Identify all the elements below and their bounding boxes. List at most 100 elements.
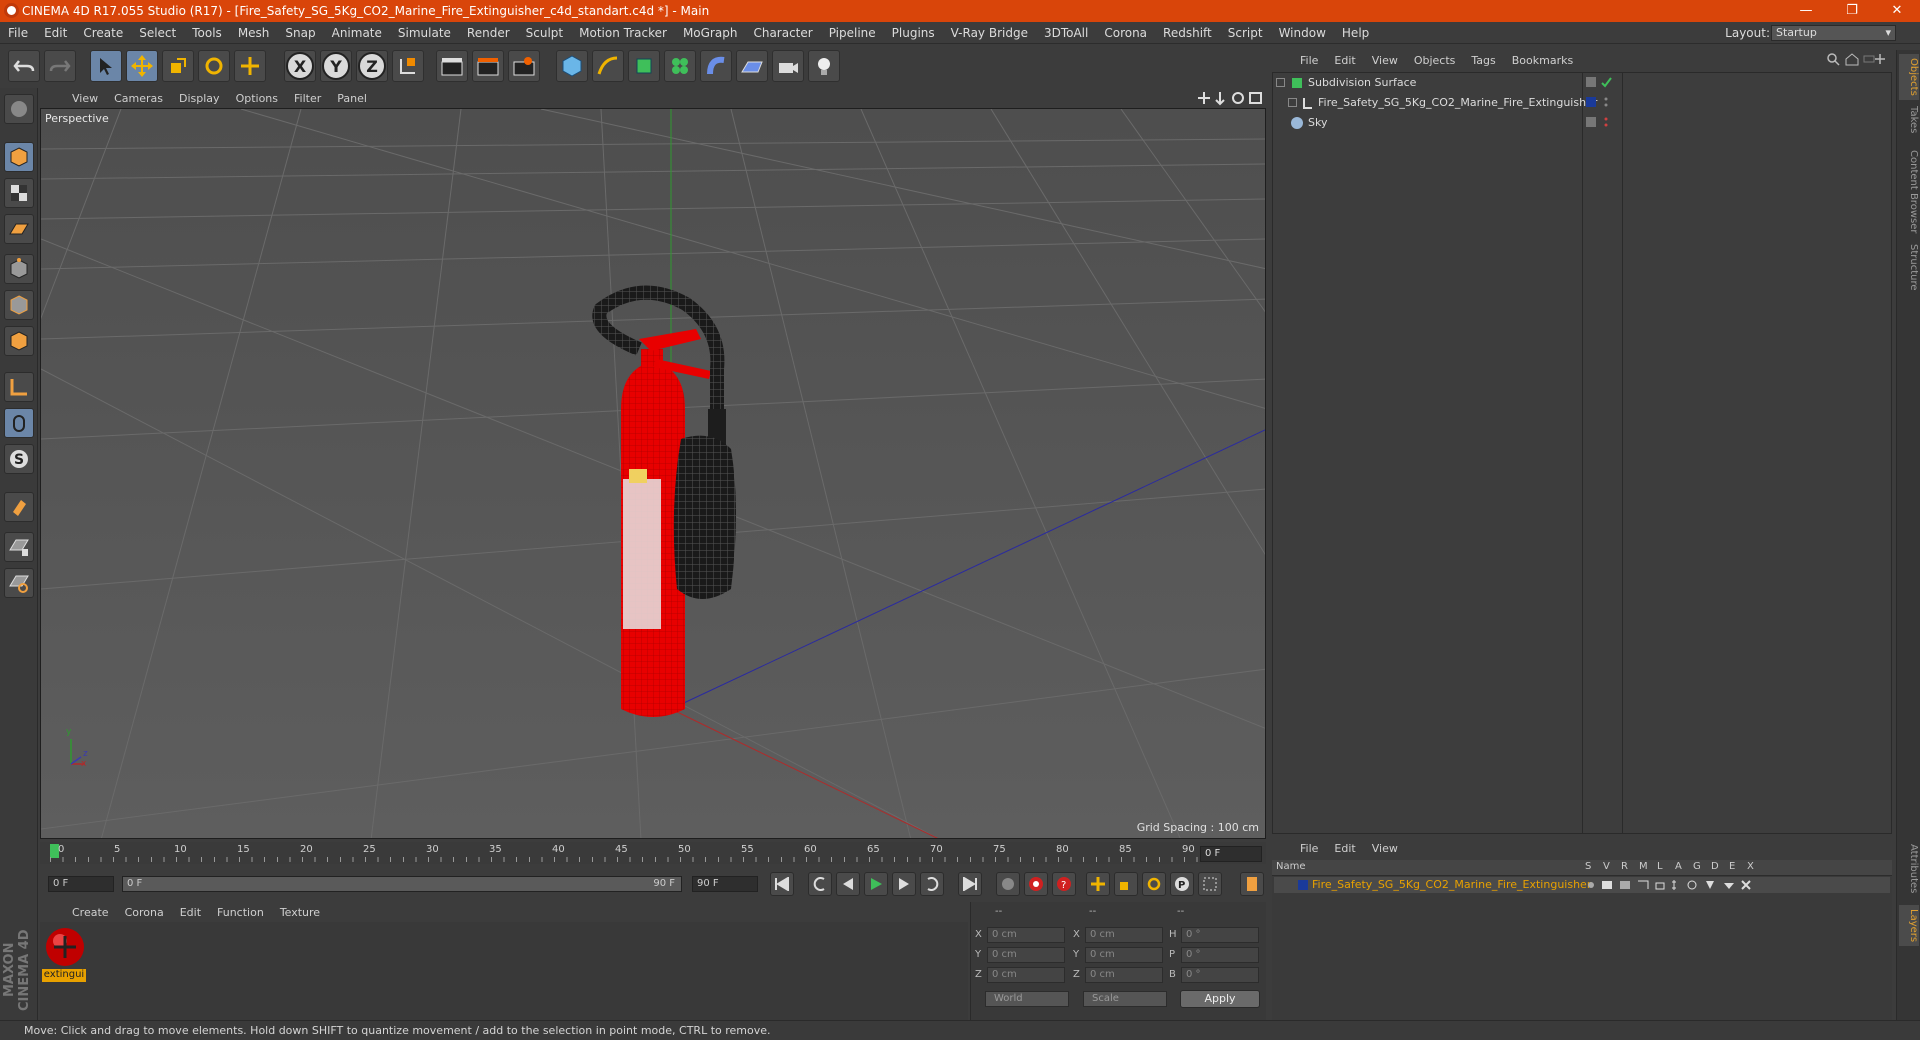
tab-layers[interactable]: Layers: [1899, 905, 1919, 947]
undo-button[interactable]: [8, 50, 40, 82]
om-menu-file[interactable]: File: [1292, 54, 1326, 67]
menu-character[interactable]: Character: [745, 26, 820, 40]
column-render[interactable]: R: [1621, 861, 1628, 872]
previous-key-button[interactable]: [808, 872, 832, 896]
points-mode-button[interactable]: [4, 254, 34, 284]
tab-takes[interactable]: Takes: [1899, 102, 1919, 137]
scale-tool[interactable]: [162, 50, 194, 82]
menu-mesh[interactable]: Mesh: [230, 26, 278, 40]
close-button[interactable]: ✕: [1874, 0, 1920, 22]
object-name[interactable]: Fire_Safety_SG_5Kg_CO2_Marine_Fire_Extin…: [1318, 94, 1597, 112]
object-layer-color-icons[interactable]: [1586, 97, 1616, 109]
apply-button[interactable]: Apply: [1180, 990, 1260, 1008]
rotation-b-field[interactable]: 0 °: [1181, 967, 1259, 983]
column-deformers[interactable]: D: [1711, 861, 1719, 872]
object-flags-icons[interactable]: [1586, 77, 1616, 89]
deformer-button[interactable]: [700, 50, 732, 82]
viewport-menu-cameras[interactable]: Cameras: [106, 92, 171, 105]
menu-redshift[interactable]: Redshift: [1155, 26, 1220, 40]
autokey-button[interactable]: ?: [1052, 872, 1076, 896]
current-frame-field[interactable]: 0 F: [1200, 846, 1262, 862]
menu-render[interactable]: Render: [459, 26, 518, 40]
coordinate-space-dropdown[interactable]: World: [985, 991, 1069, 1007]
workplane-mode-button[interactable]: [4, 214, 34, 244]
texture-mode-button[interactable]: [4, 178, 34, 208]
go-to-end-button[interactable]: [958, 872, 982, 896]
subdivision-surface-button[interactable]: [628, 50, 660, 82]
menu-help[interactable]: Help: [1334, 26, 1377, 40]
axis-mode-button[interactable]: [4, 372, 34, 402]
object-row[interactable]: Sky: [1274, 114, 1890, 132]
om-menu-edit[interactable]: Edit: [1326, 54, 1363, 67]
go-to-start-button[interactable]: [770, 872, 794, 896]
recent-tool[interactable]: [234, 50, 266, 82]
menu-mograph[interactable]: MoGraph: [675, 26, 746, 40]
material-menu-edit[interactable]: Edit: [172, 906, 209, 919]
menu-vray-bridge[interactable]: V-Ray Bridge: [943, 26, 1036, 40]
layer-name[interactable]: Fire_Safety_SG_5Kg_CO2_Marine_Fire_Extin…: [1312, 877, 1591, 893]
layer-flag-icons[interactable]: [1586, 879, 1766, 891]
live-selection-tool[interactable]: [90, 50, 122, 82]
coordinate-mode-dropdown[interactable]: Scale: [1083, 991, 1167, 1007]
model-mode-button[interactable]: [4, 142, 34, 172]
x-axis-lock[interactable]: X: [284, 50, 316, 82]
lock-workplane-button[interactable]: [4, 532, 34, 562]
om-menu-objects[interactable]: Objects: [1406, 54, 1464, 67]
timeline-window-button[interactable]: [1240, 872, 1264, 896]
menu-plugins[interactable]: Plugins: [884, 26, 943, 40]
edges-mode-button[interactable]: [4, 290, 34, 320]
column-expressions[interactable]: E: [1729, 861, 1735, 872]
menu-snap[interactable]: Snap: [277, 26, 323, 40]
menu-corona[interactable]: Corona: [1096, 26, 1155, 40]
timeline-ruler[interactable]: 0 5 10 15 20 25 30 35 40 45 50 55 60 65 …: [50, 842, 1200, 862]
material-menu-corona[interactable]: Corona: [117, 906, 172, 919]
object-name[interactable]: Sky: [1308, 114, 1327, 132]
menu-edit[interactable]: Edit: [36, 26, 75, 40]
y-axis-lock[interactable]: Y: [320, 50, 352, 82]
tab-content-browser[interactable]: Content Browser: [1899, 146, 1919, 237]
menu-motion-tracker[interactable]: Motion Tracker: [571, 26, 675, 40]
lm-menu-file[interactable]: File: [1292, 842, 1326, 855]
planar-workplane-button[interactable]: [4, 568, 34, 598]
material-name[interactable]: extingui: [42, 969, 86, 982]
tab-attributes[interactable]: Attributes: [1899, 840, 1919, 897]
object-row[interactable]: Subdivision Surface: [1274, 74, 1890, 92]
viewport-menu-display[interactable]: Display: [171, 92, 228, 105]
floor-object-button[interactable]: [736, 50, 768, 82]
om-menu-tags[interactable]: Tags: [1463, 54, 1503, 67]
next-key-button[interactable]: [920, 872, 944, 896]
column-animation[interactable]: A: [1675, 861, 1682, 872]
rotation-h-field[interactable]: 0 °: [1181, 927, 1259, 943]
menu-tools[interactable]: Tools: [184, 26, 230, 40]
om-toolbar-icons[interactable]: [1826, 52, 1892, 66]
rotate-tool[interactable]: [198, 50, 230, 82]
z-axis-lock[interactable]: Z: [356, 50, 388, 82]
menu-animate[interactable]: Animate: [324, 26, 390, 40]
menu-window[interactable]: Window: [1271, 26, 1334, 40]
render-view-button[interactable]: [436, 50, 468, 82]
redo-button[interactable]: [44, 50, 76, 82]
tab-structure[interactable]: Structure: [1899, 240, 1919, 295]
position-x-field[interactable]: 0 cm: [987, 927, 1065, 943]
minimize-button[interactable]: —: [1783, 0, 1829, 22]
viewport-menu-panel[interactable]: Panel: [329, 92, 375, 105]
menu-create[interactable]: Create: [75, 26, 131, 40]
position-y-field[interactable]: 0 cm: [987, 947, 1065, 963]
layout-dropdown[interactable]: Startup: [1771, 25, 1896, 41]
start-frame-field[interactable]: 0 F: [48, 876, 114, 892]
material-menu-create[interactable]: Create: [64, 906, 117, 919]
motion-path-button[interactable]: [996, 872, 1020, 896]
column-view[interactable]: V: [1603, 861, 1610, 872]
tweak-mode-button[interactable]: [4, 408, 34, 438]
om-menu-bookmarks[interactable]: Bookmarks: [1504, 54, 1581, 67]
material-menu-function[interactable]: Function: [209, 906, 272, 919]
rotation-p-field[interactable]: 0 °: [1181, 947, 1259, 963]
column-locked[interactable]: L: [1657, 861, 1663, 872]
camera-object-button[interactable]: [772, 50, 804, 82]
om-menu-view[interactable]: View: [1364, 54, 1406, 67]
light-object-button[interactable]: [808, 50, 840, 82]
column-generators[interactable]: G: [1693, 861, 1701, 872]
menu-select[interactable]: Select: [131, 26, 184, 40]
tab-objects[interactable]: Objects: [1899, 54, 1919, 100]
render-to-picture-viewer-button[interactable]: [472, 50, 504, 82]
